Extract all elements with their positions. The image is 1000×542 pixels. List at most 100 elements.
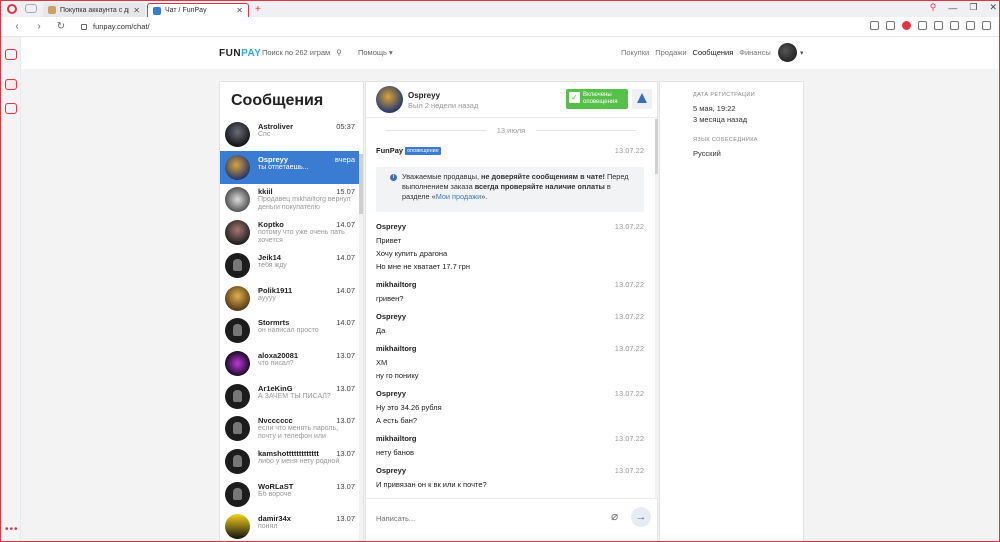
url-field[interactable]: funpay.com/chat/ bbox=[93, 22, 150, 31]
message-author[interactable]: FunPay оповещение bbox=[376, 146, 646, 155]
nav-purchases[interactable]: Покупки bbox=[621, 48, 649, 57]
message-author[interactable]: Ospreyy bbox=[376, 222, 646, 231]
contact-avatar bbox=[225, 481, 250, 507]
browser-window: Покупка аккаунта с драгона ✕ Чат / FunPa… bbox=[0, 0, 1000, 542]
message-text: И привязан он к вк или к почте? bbox=[376, 480, 487, 489]
cube-icon[interactable] bbox=[950, 21, 959, 30]
user-avatar[interactable] bbox=[778, 43, 797, 62]
player-icon[interactable] bbox=[918, 21, 927, 30]
contacts-scrollbar[interactable] bbox=[359, 154, 363, 541]
opera-menu-icon[interactable] bbox=[7, 4, 17, 14]
new-tab-button[interactable]: + bbox=[249, 4, 267, 15]
conversation-item[interactable]: damir34x 13.07 понял bbox=[220, 510, 359, 541]
search-tabs-icon[interactable]: ⚲ bbox=[930, 2, 937, 13]
message-input[interactable] bbox=[376, 511, 596, 525]
attach-icon[interactable]: ⌀ bbox=[611, 509, 618, 523]
contact-preview: либо у меня нету родной bbox=[258, 458, 340, 465]
chat-message: Ospreyy 13.07.22 И привязан он к вк или к … bbox=[376, 466, 646, 489]
interlocutor-avatar[interactable] bbox=[376, 86, 403, 113]
more-icon[interactable]: ••• bbox=[5, 524, 19, 535]
close-window-button[interactable]: ✕ bbox=[989, 2, 997, 13]
message-text: ХМ bbox=[376, 358, 388, 367]
message-author[interactable]: mikhailtorg bbox=[376, 434, 646, 443]
download-icon[interactable] bbox=[966, 21, 975, 30]
conversation-item[interactable]: aloxa20081 13.07 что писал? bbox=[220, 347, 359, 380]
adblock-icon[interactable] bbox=[902, 21, 911, 30]
contact-time: 13.07 bbox=[336, 481, 355, 491]
chevron-down-icon[interactable]: ▾ bbox=[800, 49, 804, 57]
contact-time: 13.07 bbox=[336, 514, 355, 524]
warning-text: Уважаемые продавцы, не доверяйте сообщен… bbox=[402, 172, 629, 201]
contact-preview: Бб вороче bbox=[258, 490, 292, 498]
conversation-item[interactable]: Polik1911 14.07 ауууу bbox=[220, 282, 359, 315]
nav-finances[interactable]: Финансы bbox=[739, 48, 771, 57]
search-icon[interactable]: ⚲ bbox=[336, 48, 342, 57]
contact-avatar bbox=[225, 383, 250, 409]
contact-name: kamshottttttttttttt bbox=[258, 449, 319, 458]
maximize-button[interactable]: ❐ bbox=[969, 2, 977, 13]
my-sales-link[interactable]: Мои продажи bbox=[436, 192, 482, 201]
message-author[interactable]: Ospreyy bbox=[376, 466, 646, 475]
contact-time: 14.07 bbox=[336, 252, 355, 262]
contact-time: 14.07 bbox=[336, 318, 355, 328]
conversation-item[interactable]: kamshottttttttttttt 13.07 либо у меня нету… bbox=[220, 445, 359, 478]
send-button[interactable]: → bbox=[631, 507, 651, 527]
opera-sidebar: ••• bbox=[1, 37, 21, 541]
contact-name: aloxa20081 bbox=[258, 350, 299, 360]
conversation-item[interactable]: Jeik14 14.07 тебя жду bbox=[220, 249, 359, 282]
minimize-button[interactable]: — bbox=[948, 3, 957, 13]
contact-time: 13.07 bbox=[336, 350, 355, 360]
lock-icon[interactable] bbox=[81, 23, 87, 30]
conversation-item[interactable]: Koptko 14.07 потому что уже очень пать хоч… bbox=[220, 216, 359, 249]
contact-avatar bbox=[225, 285, 250, 311]
contact-avatar bbox=[225, 318, 250, 344]
gaming-icon[interactable] bbox=[25, 4, 37, 13]
conversation-item[interactable]: Ospreyy вчера ты отпетаешь... bbox=[220, 150, 359, 184]
message-author[interactable]: mikhailtorg bbox=[376, 344, 646, 353]
help-menu[interactable]: Помощь ▾ bbox=[358, 48, 393, 57]
conversation-item[interactable]: Nvcccccc 13.07 если что менять пароль, поч… bbox=[220, 412, 359, 445]
conversation-item[interactable]: Astroliver 05:37 Спс bbox=[220, 118, 359, 151]
site-header: FUNPAY Поиск по 262 играм ⚲ Помощь ▾ Пок… bbox=[21, 37, 999, 69]
heart-icon[interactable] bbox=[934, 21, 943, 30]
close-tab-icon[interactable]: ✕ bbox=[133, 6, 140, 15]
camera-icon[interactable] bbox=[886, 21, 895, 30]
funpay-logo[interactable]: FUNPAY bbox=[219, 48, 261, 59]
nav-sales[interactable]: Продажи bbox=[655, 48, 686, 57]
chat-scrollbar[interactable] bbox=[655, 119, 658, 498]
message-author[interactable]: Ospreyy bbox=[376, 389, 646, 398]
contact-name: Nvcccccc bbox=[258, 416, 293, 426]
interlocutor-name[interactable]: Ospreyy bbox=[408, 91, 440, 100]
nav-messages[interactable]: Сообщения bbox=[693, 48, 734, 57]
snapshot-icon[interactable] bbox=[870, 21, 879, 30]
contact-avatar bbox=[225, 416, 250, 442]
close-tab-icon[interactable]: ✕ bbox=[236, 6, 243, 15]
conversation-item[interactable]: WoRLaST 13.07 Бб вороче bbox=[220, 478, 359, 511]
message-author[interactable]: mikhailtorg bbox=[376, 280, 646, 289]
date-separator: 13 июля bbox=[376, 126, 646, 135]
seller-warning-box: i Уважаемые продавцы, не доверяйте сообщ… bbox=[376, 167, 644, 212]
chat-message: mikhailtorg 13.07.22 нету банов bbox=[376, 434, 646, 457]
game-search[interactable]: Поиск по 262 играм ⚲ bbox=[262, 48, 342, 57]
reload-button[interactable]: ↻ bbox=[55, 21, 67, 32]
notifications-toggle[interactable]: Включеныоповещения bbox=[566, 89, 628, 109]
gx-corner-icon[interactable] bbox=[5, 49, 17, 60]
contact-time: 14.07 bbox=[336, 220, 355, 230]
contact-name: damir34x bbox=[258, 514, 291, 524]
menu-icon[interactable] bbox=[982, 21, 991, 30]
warning-icon[interactable] bbox=[632, 89, 652, 109]
forward-button[interactable]: › bbox=[33, 21, 45, 32]
contact-preview: тебя жду bbox=[258, 261, 287, 269]
message-text: ну го понику bbox=[376, 371, 419, 380]
back-button[interactable]: ‹ bbox=[11, 21, 23, 32]
tab-chat[interactable]: Чат / FunPay ✕ bbox=[147, 3, 249, 17]
twitch-icon[interactable] bbox=[5, 103, 17, 114]
contact-preview: что писал? bbox=[258, 359, 294, 367]
message-author[interactable]: Ospreyy bbox=[376, 312, 646, 321]
conversation-item[interactable]: Stormrts 14.07 он написал просто bbox=[220, 314, 359, 347]
conversation-item[interactable]: Ar1eKinG 13.07 А ЗАЧЕМ ТЫ ПИСАЛ? bbox=[220, 380, 359, 413]
contact-name: Ar1eKinG bbox=[258, 383, 293, 393]
conversation-item[interactable]: kkiil 15.07 Продавец mikhailtorg вернул де… bbox=[220, 183, 359, 216]
tab-purchase[interactable]: Покупка аккаунта с драгона ✕ bbox=[43, 3, 145, 17]
home-icon[interactable] bbox=[5, 79, 17, 90]
